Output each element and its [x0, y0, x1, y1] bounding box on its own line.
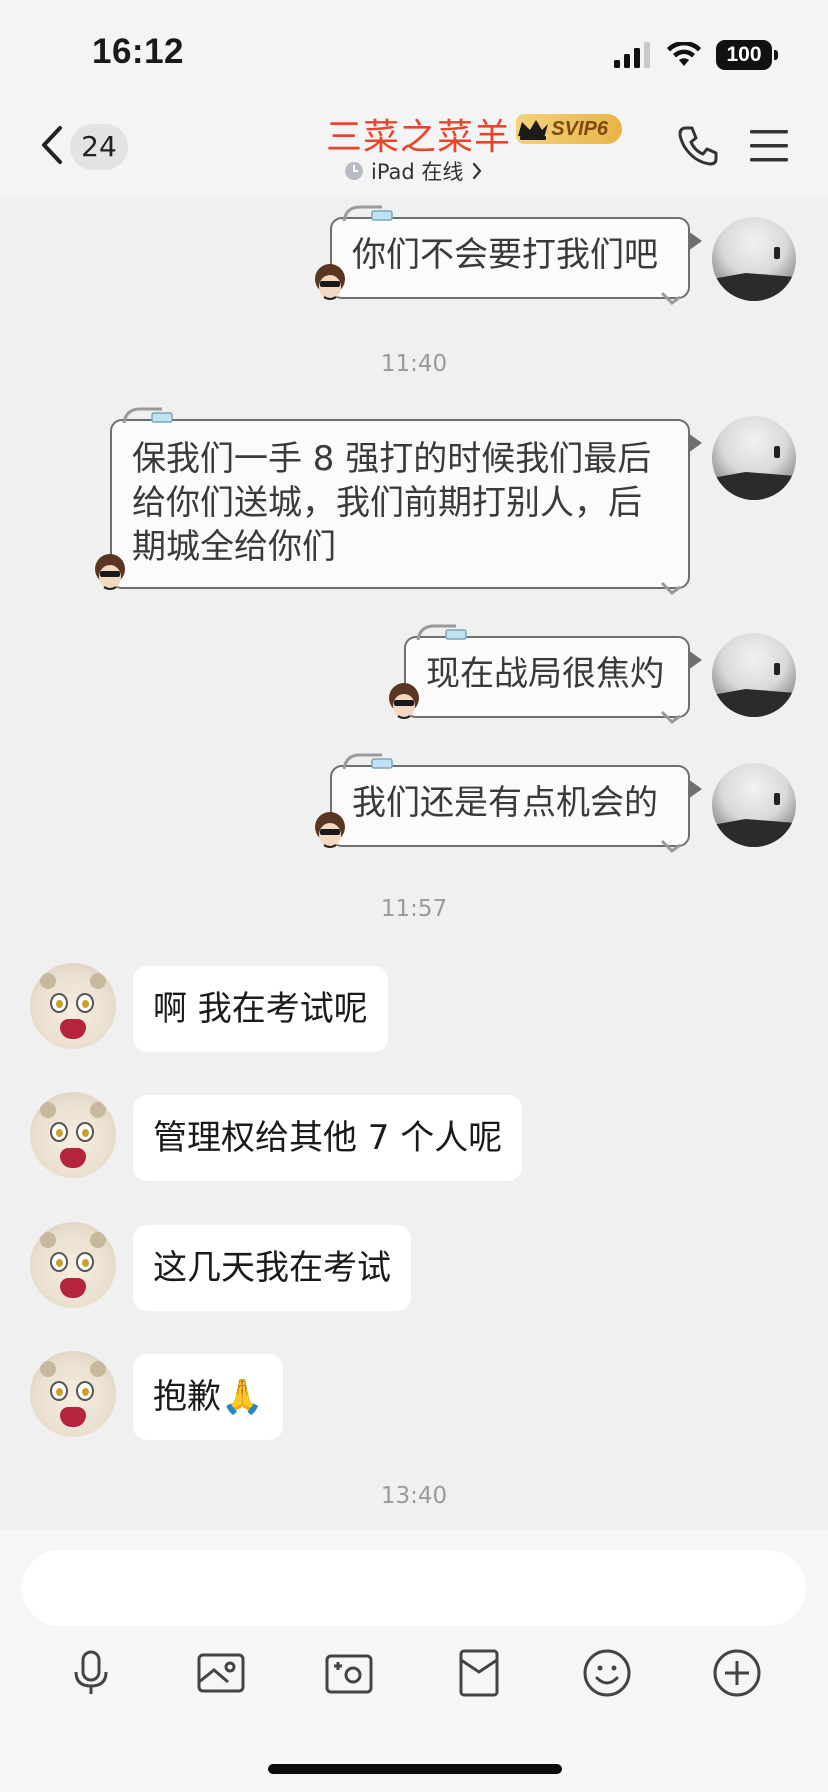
my-avatar[interactable]: [712, 217, 796, 301]
menu-icon[interactable]: [748, 126, 790, 166]
battery-indicator: 100: [716, 40, 778, 70]
contact-avatar[interactable]: [30, 963, 116, 1049]
sticker-face-icon: [315, 264, 345, 300]
timestamp-divider: 11:40: [380, 351, 448, 377]
crown-icon: [518, 120, 548, 140]
image-icon[interactable]: [194, 1646, 248, 1700]
timestamp-divider: 11:57: [380, 896, 448, 922]
online-status[interactable]: iPad 在线: [345, 156, 483, 186]
my-avatar[interactable]: [712, 763, 796, 847]
message-text: 你们不会要打我们吧: [352, 235, 658, 275]
unread-count-badge[interactable]: 24: [70, 124, 128, 170]
plus-icon[interactable]: [710, 1646, 764, 1700]
status-time: 16:12: [92, 32, 185, 71]
sticker-face-icon: [95, 554, 125, 590]
phone-call-icon[interactable]: [676, 124, 720, 168]
chat-area[interactable]: 你们不会要打我们吧 11:40 保我们一手 8 强打的时候我们最后 给你们送城，…: [0, 195, 828, 1530]
contact-avatar[interactable]: [30, 1222, 116, 1308]
chevron-right-icon: [473, 162, 482, 180]
contact-avatar[interactable]: [30, 1092, 116, 1178]
message-bubble-incoming[interactable]: 啊 我在考试呢: [133, 966, 388, 1052]
bubble-decoration-icon: [416, 624, 467, 641]
bubble-decoration-icon: [342, 753, 393, 770]
input-area: [0, 1530, 828, 1792]
message-bubble-outgoing[interactable]: 现在战局很焦灼: [389, 624, 702, 724]
message-bubble-incoming[interactable]: 这几天我在考试: [133, 1225, 411, 1311]
svip-label: SVIP6: [551, 118, 608, 140]
online-status-text: iPad 在线: [371, 160, 464, 184]
cellular-signal-icon: [614, 42, 650, 68]
chat-header: 24 三菜之菜羊 SVIP6 iPad 在线: [0, 100, 828, 195]
message-text: 我们还是有点机会的: [352, 783, 658, 823]
svip-badge: SVIP6: [516, 114, 622, 144]
bubble-decoration-icon: [660, 291, 681, 305]
home-indicator[interactable]: [268, 1764, 562, 1774]
contact-name[interactable]: 三菜之菜羊: [326, 108, 511, 160]
wifi-icon: [667, 42, 701, 66]
red-packet-icon[interactable]: [452, 1646, 506, 1700]
bubble-decoration-icon: [342, 205, 393, 222]
bubble-decoration-icon: [660, 839, 681, 853]
sticker-face-icon: [389, 683, 419, 719]
message-bubble-incoming[interactable]: 管理权给其他 7 个人呢: [133, 1095, 523, 1181]
clock-icon: [345, 162, 363, 180]
my-avatar[interactable]: [712, 416, 796, 500]
bubble-decoration-icon: [122, 407, 173, 424]
back-icon[interactable]: [36, 122, 68, 168]
my-avatar[interactable]: [712, 633, 796, 717]
message-text: 现在战局很焦灼: [426, 654, 664, 694]
bubble-decoration-icon: [660, 581, 681, 595]
message-text-line: 保我们一手 8 强打的时候我们最后: [132, 439, 652, 479]
camera-icon[interactable]: [322, 1646, 376, 1700]
message-bubble-incoming[interactable]: 抱歉🙏: [133, 1354, 284, 1440]
message-text-line: 期城全给你们: [132, 527, 336, 567]
bubble-decoration-icon: [660, 710, 681, 724]
message-bubble-outgoing[interactable]: 我们还是有点机会的: [315, 753, 702, 853]
status-bar: 16:12 100: [0, 0, 828, 100]
message-bubble-outgoing[interactable]: 你们不会要打我们吧: [315, 205, 702, 305]
message-input[interactable]: [22, 1550, 806, 1626]
message-text-line: 给你们送城，我们前期打别人，后: [132, 483, 642, 523]
timestamp-divider: 13:40: [380, 1483, 448, 1509]
microphone-icon[interactable]: [64, 1646, 118, 1700]
contact-avatar[interactable]: [30, 1351, 116, 1437]
emoji-icon[interactable]: [580, 1646, 634, 1700]
status-icons: 100: [614, 40, 778, 70]
sticker-face-icon: [315, 812, 345, 848]
message-bubble-outgoing[interactable]: 保我们一手 8 强打的时候我们最后 给你们送城，我们前期打别人，后 期城全给你们: [95, 407, 702, 595]
